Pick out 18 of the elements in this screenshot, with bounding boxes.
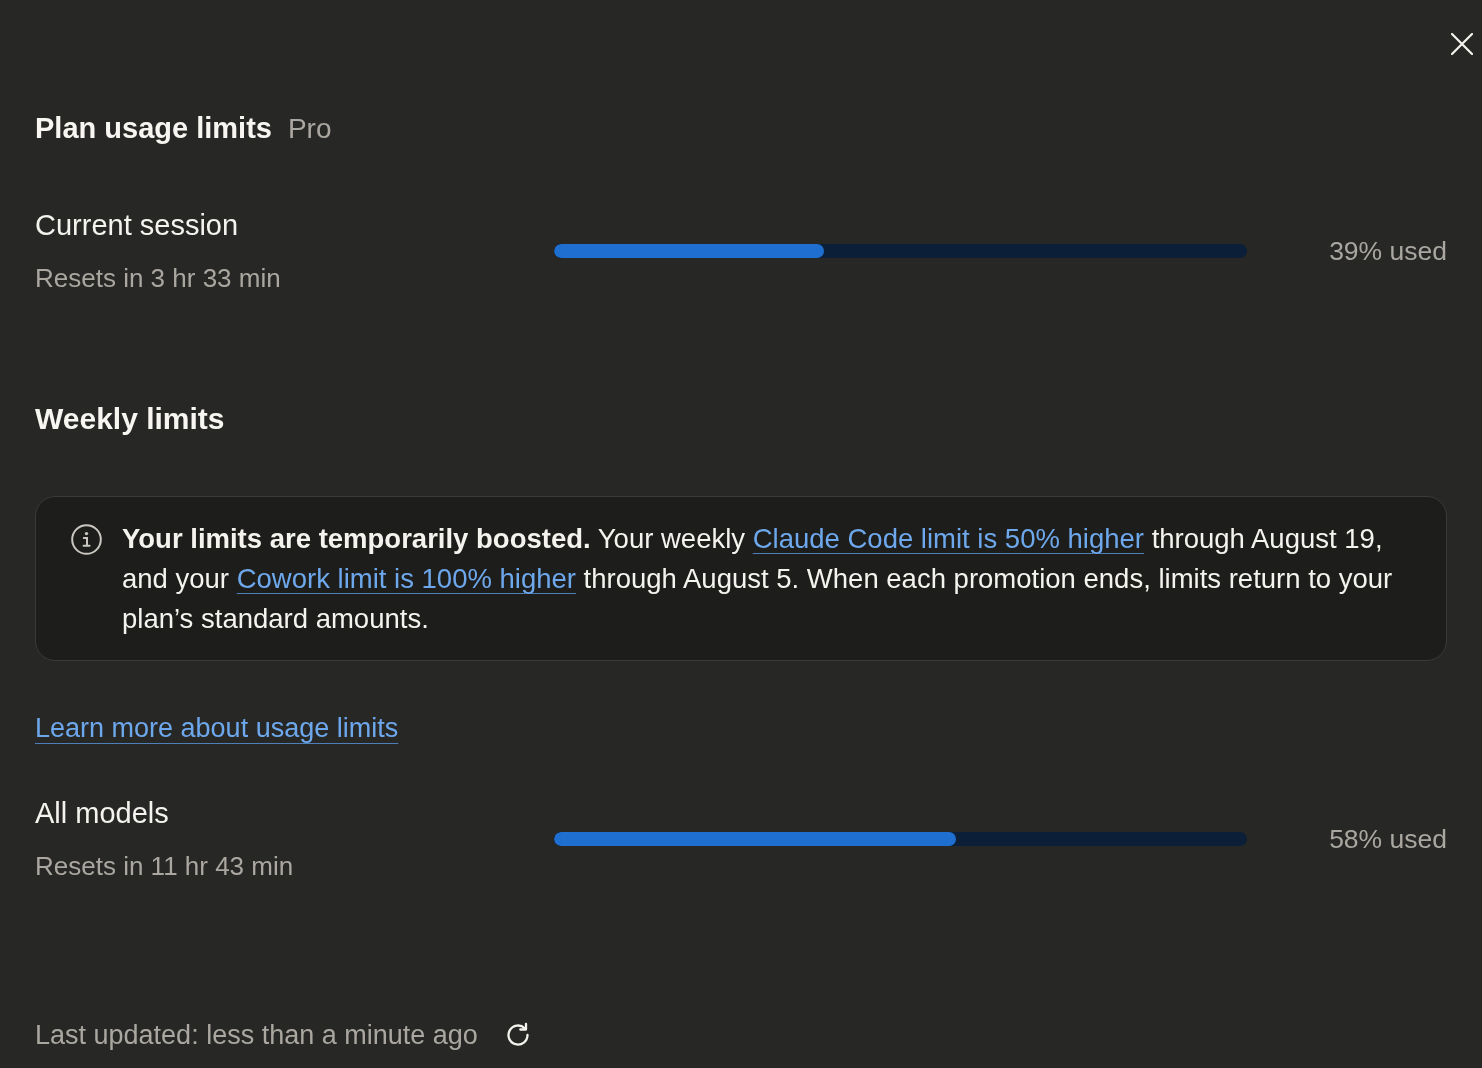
inline-link[interactable]: Cowork limit is 100% higher bbox=[236, 563, 576, 594]
plan-name: Pro bbox=[287, 112, 332, 146]
learn-more-link[interactable]: Learn more about usage limits bbox=[35, 710, 399, 746]
close-button[interactable] bbox=[1448, 30, 1476, 58]
usage-reading: 39% used bbox=[1329, 235, 1447, 268]
usage-label: Current session bbox=[35, 208, 240, 243]
dialog-title: Plan usage limits bbox=[35, 111, 272, 146]
inline-link[interactable]: Claude Code limit is 50% higher bbox=[752, 523, 1144, 554]
last-updated-text: Last updated: less than a minute ago bbox=[35, 1019, 478, 1052]
reset-time: Resets in 11 hr 43 min bbox=[35, 850, 295, 883]
info-icon bbox=[71, 524, 102, 555]
reset-time: Resets in 3 hr 33 min bbox=[35, 262, 282, 295]
refresh-icon bbox=[504, 1022, 531, 1048]
notice-text: Your limits are temporarily boosted. Your weekly Claude Code limit is 50% higher through August 19, and your Cowork limit is 100% higher through August 5. When each promotion ends, limits return to your plan’s standard amounts. bbox=[122, 522, 1394, 636]
section-title: Weekly limits bbox=[35, 401, 225, 437]
usage-label: All models bbox=[35, 796, 170, 831]
close-icon bbox=[1451, 33, 1473, 55]
usage-reading: 58% used bbox=[1329, 823, 1447, 856]
